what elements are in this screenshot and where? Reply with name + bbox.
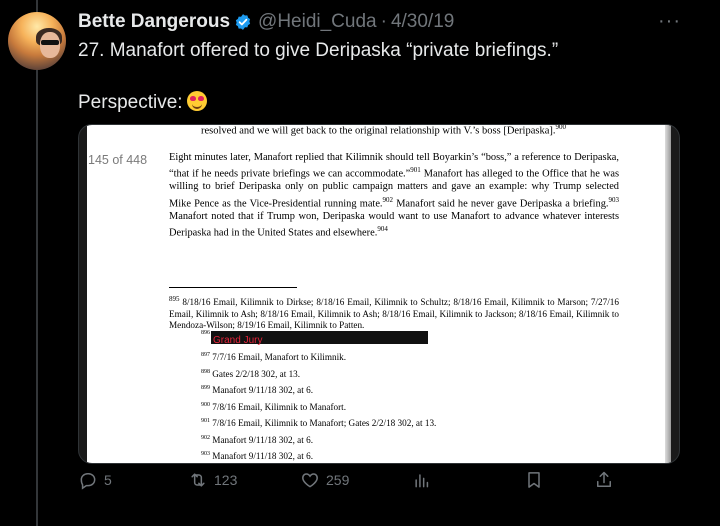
footnote-text: Manafort 9/11/18 302, at 6. <box>210 434 314 445</box>
tweet-image[interactable]: resolved and we will get back to the ori… <box>78 124 680 464</box>
analytics-icon <box>415 474 429 488</box>
footnote-text: Gates 2/2/18 302, at 13. <box>210 368 301 379</box>
doc-top-line-sup: 900 <box>555 124 567 131</box>
footnote-903: 903 Manafort 9/11/18 302, at 6. <box>201 451 313 461</box>
footnote-text: 7/8/16 Email, Kilimnik to Manafort. <box>210 401 347 412</box>
like-count: 259 <box>326 472 350 488</box>
avatar-face <box>40 32 60 58</box>
avatar[interactable] <box>8 12 66 70</box>
reply-count: 5 <box>104 472 112 488</box>
page-edge-shadow <box>665 125 671 463</box>
retweet-icon <box>191 473 205 487</box>
share-button[interactable] <box>594 470 620 490</box>
tweet-text: 27. Manafort offered to give Deripaska “… <box>78 38 698 116</box>
more-options-icon[interactable]: ··· <box>658 10 681 33</box>
tweet-header: Bette Dangerous @Heidi_Cuda · 4/30/19 <box>78 10 454 34</box>
footnote-895: 895 8/18/16 Email, Kilimnik to Dirkse; 8… <box>169 294 619 332</box>
tweet-date[interactable]: 4/30/19 <box>391 11 454 33</box>
footnote-text: 7/7/16 Email, Manafort to Kilimnik. <box>210 352 347 363</box>
author-name[interactable]: Bette Dangerous <box>78 11 230 33</box>
footnote-900: 900 7/8/16 Email, Kilimnik to Manafort. <box>201 402 346 412</box>
document-page: resolved and we will get back to the ori… <box>87 125 671 463</box>
footnote-902: 902 Manafort 9/11/18 302, at 6. <box>201 435 313 445</box>
footnote-num: 899 <box>201 385 210 391</box>
doc-paragraph-footnote-ref: 902 <box>382 195 394 204</box>
heart-icon <box>302 473 318 488</box>
footnote-num: 902 <box>201 434 210 441</box>
doc-paragraph-footnote-ref: 903 <box>608 195 619 204</box>
doc-top-line-text: resolved and we will get back to the ori… <box>201 125 556 137</box>
bookmark-icon <box>528 472 540 488</box>
reply-button[interactable]: 5 <box>78 470 112 490</box>
tweet-text-perspective: Perspective: <box>78 92 183 113</box>
footnote-num: 898 <box>201 368 210 375</box>
footnote-901: 901 7/8/16 Email, Kilimnik to Manafort; … <box>201 418 436 428</box>
footnote-num: 897 <box>201 352 210 358</box>
doc-top-line: resolved and we will get back to the ori… <box>201 124 567 137</box>
redaction-bar: Grand Jury <box>211 331 428 346</box>
footnote-895-num: 895 <box>169 295 180 303</box>
share-icon <box>597 471 611 487</box>
footnote-text: Manafort 9/11/18 302, at 6. <box>210 385 314 396</box>
heart-eyes-emoji-icon <box>186 91 207 111</box>
retweet-count: 123 <box>214 472 238 488</box>
footnote-text: Manafort 9/11/18 302, at 6. <box>210 451 314 462</box>
doc-paragraph-text: Manafort said he never gave Deripaska a … <box>393 198 609 210</box>
doc-paragraph-footnote-ref: 901 <box>410 166 421 175</box>
footnote-rule <box>169 287 297 288</box>
reply-icon <box>80 473 96 490</box>
tweet-text-line-2: Perspective: <box>78 90 698 116</box>
footnote-895-text: 8/18/16 Email, Kilimnik to Dirkse; 8/18/… <box>169 297 619 331</box>
avatar-sunglasses <box>41 40 59 45</box>
bookmark-button[interactable] <box>524 470 550 490</box>
footnote-897: 897 7/7/16 Email, Manafort to Kilimnik. <box>201 352 346 362</box>
footnote-896-num: 896 <box>201 330 210 336</box>
action-bar: 5 123 259 <box>78 470 638 496</box>
footnote-num: 903 <box>201 451 210 457</box>
tweet-text-line-1: 27. Manafort offered to give Deripaska “… <box>78 40 559 61</box>
retweet-button[interactable]: 123 <box>188 470 237 490</box>
page-indicator: 145 of 448 <box>88 153 148 167</box>
verified-badge-icon <box>235 14 251 30</box>
footnote-898: 898 Gates 2/2/18 302, at 13. <box>201 369 300 379</box>
footnote-num: 900 <box>201 401 210 408</box>
separator-dot: · <box>380 11 387 32</box>
like-button[interactable]: 259 <box>300 470 349 490</box>
author-handle[interactable]: @Heidi_Cuda <box>258 11 377 33</box>
footnote-899: 899 Manafort 9/11/18 302, at 6. <box>201 385 313 395</box>
views-button[interactable] <box>412 470 438 490</box>
doc-paragraph: Eight minutes later, Manafort replied th… <box>169 152 619 240</box>
doc-paragraph-text: Manafort noted that if Trump won, Deripa… <box>169 210 619 239</box>
footnote-num: 901 <box>201 418 210 424</box>
doc-paragraph-footnote-ref: 904 <box>377 224 388 233</box>
thread-connector-line <box>36 0 38 526</box>
footnote-text: 7/8/16 Email, Kilimnik to Manafort; Gate… <box>210 418 437 429</box>
redaction-label: Grand Jury <box>213 335 263 346</box>
